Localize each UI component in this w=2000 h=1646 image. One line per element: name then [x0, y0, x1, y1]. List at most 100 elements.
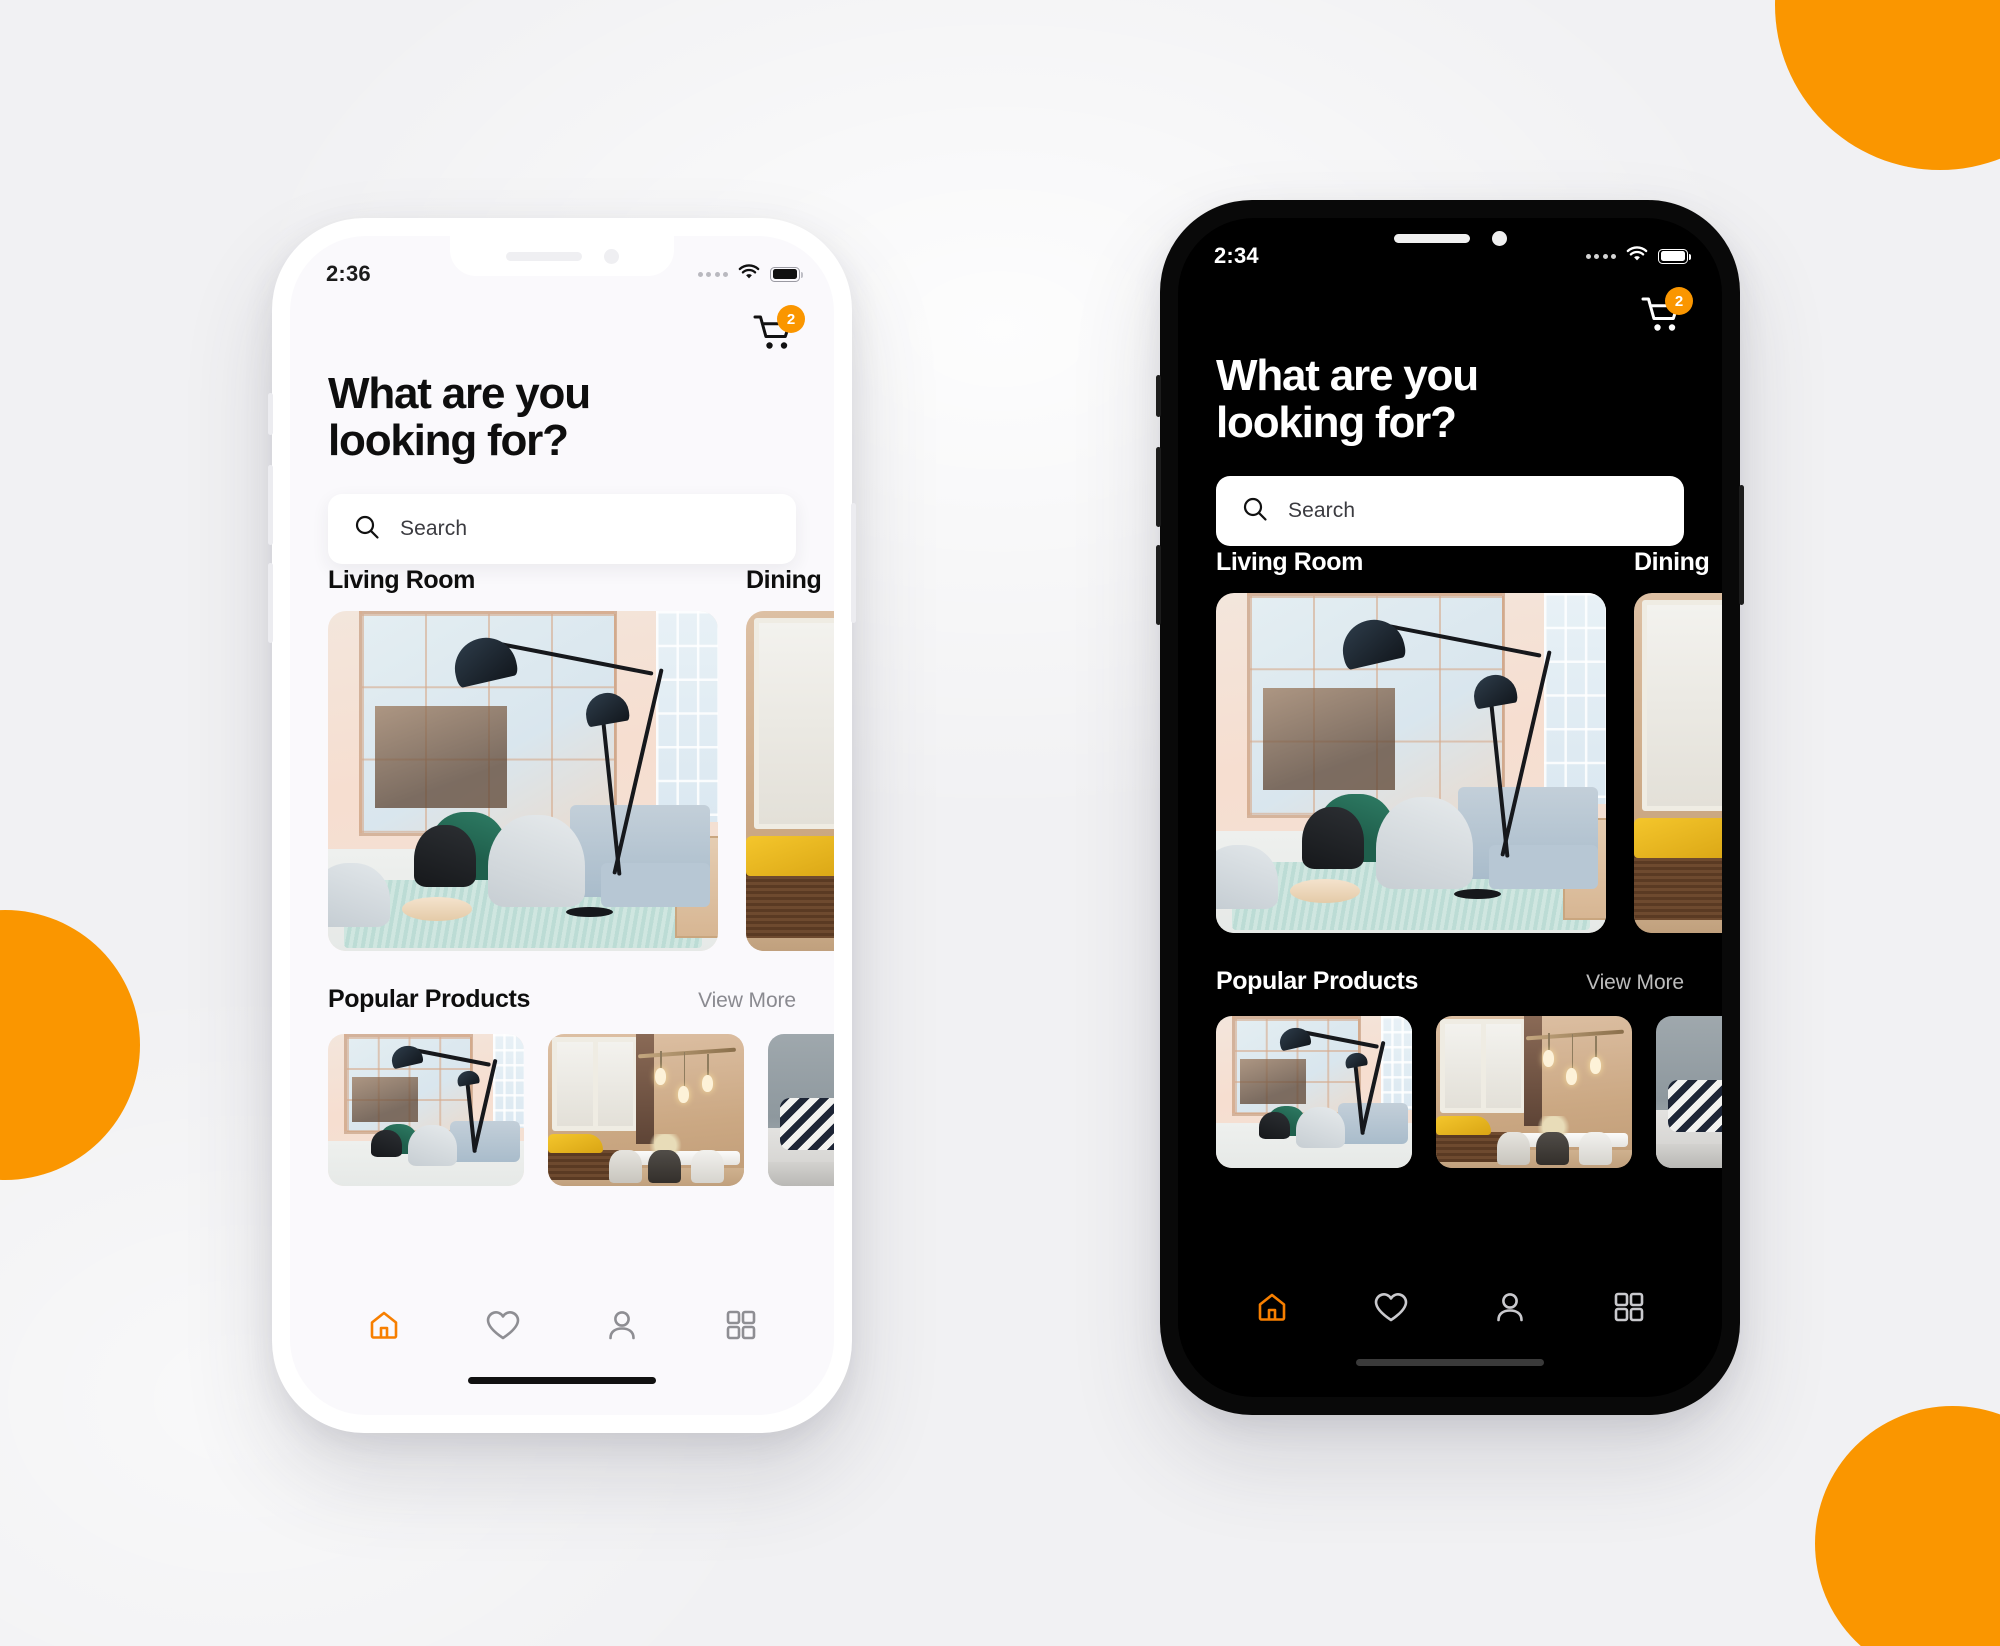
product-card[interactable] [1656, 1016, 1722, 1169]
bottom-tab-bar [290, 1273, 834, 1377]
home-indicator[interactable] [1356, 1359, 1544, 1366]
heart-icon [1374, 1293, 1407, 1322]
cart-button[interactable]: 2 [752, 305, 805, 354]
grid-icon [726, 1310, 755, 1340]
earpiece-speaker-icon [505, 251, 582, 261]
category-label: Living Room [328, 566, 475, 595]
phone-mockup-dark: 2:34 2 What are you looking for? Search … [1156, 200, 1744, 1415]
phone-mockup-light: 2:36 2 What are you looking for? Search … [268, 218, 856, 1433]
power-button[interactable] [851, 503, 856, 623]
person-icon [1496, 1293, 1523, 1322]
section-title: Popular Products [328, 985, 530, 1014]
category-card-dining[interactable]: Dining [746, 566, 834, 952]
home-indicator[interactable] [468, 1377, 656, 1384]
decorative-circle-left [0, 910, 140, 1180]
home-indicator-area [1178, 1359, 1722, 1397]
tab-grid[interactable] [714, 1298, 768, 1352]
search-icon [1242, 496, 1268, 527]
category-carousel[interactable]: Living Room Dining [290, 566, 834, 952]
signal-dots-icon [697, 271, 728, 277]
tab-favorites[interactable] [1364, 1280, 1418, 1334]
signal-dots-icon [1585, 253, 1616, 259]
search-placeholder: Search [1288, 499, 1356, 523]
home-icon [1258, 1293, 1285, 1321]
person-icon [608, 1311, 635, 1340]
grid-icon [1614, 1292, 1643, 1322]
search-icon [354, 514, 380, 545]
category-label: Dining [1634, 548, 1710, 577]
volume-up-button[interactable] [268, 465, 273, 545]
dining-table-pendant-photo [548, 1034, 744, 1187]
status-icons [697, 263, 803, 286]
cart-row: 2 [290, 298, 834, 354]
cart-button[interactable]: 2 [1640, 287, 1693, 336]
tab-grid[interactable] [1602, 1280, 1656, 1334]
mute-switch[interactable] [268, 393, 273, 435]
product-card[interactable] [768, 1034, 834, 1187]
tab-home[interactable] [357, 1298, 411, 1352]
front-camera-icon [1491, 230, 1507, 246]
popular-products-carousel[interactable] [1178, 1016, 1722, 1169]
tab-favorites[interactable] [476, 1298, 530, 1352]
app-content-light: 2 What are you looking for? Search Livin… [290, 298, 834, 1273]
category-label: Dining [746, 566, 822, 595]
popular-products-header: Popular Products View More [290, 985, 834, 1014]
category-card-living-room[interactable]: Living Room [1216, 548, 1606, 934]
page-title: What are you looking for? [328, 369, 591, 466]
popular-products-carousel[interactable] [290, 1034, 834, 1187]
category-card-dining[interactable]: Dining [1634, 548, 1722, 934]
home-icon [370, 1311, 397, 1339]
living-room-lamp-photo [328, 1034, 524, 1187]
screen-dark: 2:34 2 What are you looking for? Search … [1178, 218, 1722, 1397]
dining-room-photo [1634, 593, 1722, 934]
decorative-circle-bottom-right [1815, 1406, 2000, 1646]
battery-icon [1658, 248, 1691, 264]
cart-badge: 2 [777, 305, 805, 333]
product-card[interactable] [548, 1034, 744, 1187]
page-title: What are you looking for? [1216, 351, 1479, 448]
search-placeholder: Search [400, 517, 468, 541]
living-room-photo [328, 611, 718, 952]
volume-up-button[interactable] [1156, 447, 1161, 527]
search-input[interactable]: Search [1216, 476, 1684, 547]
tab-home[interactable] [1245, 1280, 1299, 1334]
screen-light: 2:36 2 What are you looking for? Search … [290, 236, 834, 1415]
living-room-photo [1216, 593, 1606, 934]
product-card[interactable] [1216, 1016, 1412, 1169]
app-content-dark: 2 What are you looking for? Search Livin… [1178, 280, 1722, 1255]
category-carousel[interactable]: Living Room Dining [1178, 548, 1722, 934]
wifi-icon [1625, 245, 1649, 268]
tab-profile[interactable] [595, 1298, 649, 1352]
view-more-link[interactable]: View More [1586, 971, 1684, 995]
cart-badge: 2 [1665, 287, 1693, 315]
popular-products-header: Popular Products View More [1178, 967, 1722, 996]
notch [1338, 218, 1562, 258]
tab-profile[interactable] [1483, 1280, 1537, 1334]
volume-down-button[interactable] [268, 563, 273, 643]
decorative-circle-top-right [1775, 0, 2000, 170]
category-card-living-room[interactable]: Living Room [328, 566, 718, 952]
section-title: Popular Products [1216, 967, 1418, 996]
volume-down-button[interactable] [1156, 545, 1161, 625]
cart-row: 2 [1178, 280, 1722, 336]
view-more-link[interactable]: View More [698, 989, 796, 1013]
dining-room-photo [746, 611, 834, 952]
living-room-lamp-photo [1216, 1016, 1412, 1169]
notch [450, 236, 674, 276]
front-camera-icon [603, 248, 619, 264]
search-input[interactable]: Search [328, 494, 796, 565]
status-icons [1585, 245, 1691, 268]
wifi-icon [737, 263, 761, 286]
battery-icon [770, 266, 803, 282]
status-time: 2:36 [326, 261, 371, 286]
home-indicator-area [290, 1377, 834, 1415]
status-time: 2:34 [1214, 243, 1259, 268]
earpiece-speaker-icon [1393, 233, 1470, 243]
bedroom-pillows-photo [768, 1034, 834, 1187]
product-card[interactable] [328, 1034, 524, 1187]
power-button[interactable] [1739, 485, 1744, 605]
mute-switch[interactable] [1156, 375, 1161, 417]
heart-icon [486, 1311, 519, 1340]
bottom-tab-bar [1178, 1255, 1722, 1359]
product-card[interactable] [1436, 1016, 1632, 1169]
